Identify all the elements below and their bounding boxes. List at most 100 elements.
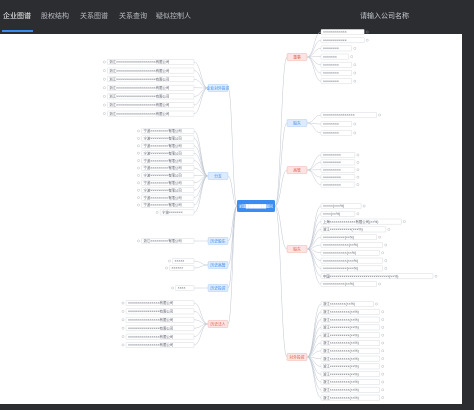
right-cat-1-item-2[interactable]: ×××××××× [320,130,357,136]
right-cat-1-item-2-expand-icon[interactable] [353,131,357,135]
right-cat-3-item-2[interactable]: 上海×××××××××××××有限公司(××%) [320,219,406,225]
right-cat-0-item-1[interactable]: ×××××××××××× [320,37,369,43]
left-cat-1-item-5[interactable]: 宁波×××××××××有限公司 [137,165,195,171]
right-cat-0-item-6-expand-icon[interactable] [353,79,357,83]
right-cat-2-item-4-expand-icon[interactable] [356,183,360,186]
left-cat-1-item-8-expand-icon[interactable] [137,188,140,192]
right-cat-4-item-1-expand-icon[interactable] [381,310,384,314]
right-cat-1-item-1-expand-icon[interactable] [353,122,357,126]
right-cat-0[interactable]: 董事 [286,53,308,61]
left-cat-0-item-4-expand-icon[interactable] [103,95,106,98]
left-cat-1-item-2-expand-icon[interactable] [137,144,140,148]
right-cat-2[interactable]: 高管 [286,166,308,174]
left-cat-0-item-2[interactable]: 浙江××××××××××××××××××××有限公司 [103,76,195,82]
right-cat-0-item-2[interactable]: ×××××××× [320,45,357,52]
left-cat-5-item-4-expand-icon[interactable] [121,335,125,338]
right-cat-4-item-10[interactable]: 浙江××××××××××(××%) [320,379,384,385]
left-cat-0-item-3[interactable]: 浙江××××××××××××××××××××有限公司 [103,85,195,91]
right-cat-0-item-0-expand-icon[interactable] [365,30,369,34]
left-cat-1-item-9[interactable]: 宁波×××××××××有限公司 [137,195,195,201]
right-cat-2-item-2[interactable]: ××××××××× [320,167,360,173]
right-cat-3-item-0[interactable]: ×××××(×××%) [320,203,366,209]
left-cat-1-item-7[interactable]: 宁波×××××××××有限公司 [137,180,195,186]
right-cat-4-item-7-expand-icon[interactable] [381,357,384,360]
left-cat-1-item-7-expand-icon[interactable] [137,181,140,185]
right-cat-4-item-9[interactable]: 浙江××××××××××(××%) [320,371,384,377]
left-cat-1-item-0-expand-icon[interactable] [137,129,140,133]
left-cat-1-item-4-expand-icon[interactable] [137,159,140,162]
left-cat-5-item-5-expand-icon[interactable] [121,343,125,347]
right-cat-2-item-0-expand-icon[interactable] [356,153,360,157]
left-cat-5-item-5[interactable]: ××××××××××××××××有限公司 [121,342,195,348]
left-cat-0-item-5-expand-icon[interactable] [103,103,106,107]
right-cat-4-item-5-expand-icon[interactable] [381,341,384,345]
left-cat-5-item-3-expand-icon[interactable] [121,326,125,330]
left-cat-0-item-5[interactable]: 浙江××××××××××××××××××××有限公司 [103,102,195,108]
right-cat-4-item-5[interactable]: 浙江××××××××××(××%) [320,340,384,346]
right-cat-3-item-6-expand-icon[interactable] [381,251,384,255]
left-cat-1-item-3[interactable]: 宁波×××××××××有限公司 [137,150,195,156]
left-cat-3-item-0-expand-icon[interactable] [168,259,171,263]
right-cat-3-item-6[interactable]: ××××××××××××(××%) [320,250,384,256]
right-cat-0-item-2-expand-icon[interactable] [353,47,357,50]
left-cat-3-item-1-expand-icon[interactable] [165,266,168,270]
right-cat-3-item-1[interactable]: ××××(××%) [320,211,360,217]
right-cat-4-item-0-expand-icon[interactable] [375,302,378,306]
right-cat-3-item-9-expand-icon[interactable] [434,274,438,278]
right-cat-4-item-2[interactable]: 浙江××××××××××(××%) [320,317,384,323]
left-cat-1-item-6[interactable]: 宁波×××××××××有限公司 [137,173,195,179]
left-cat-1[interactable]: 分支 [207,172,229,180]
left-cat-1-item-1[interactable]: 宁波×××××××××有限公司 [137,136,195,142]
left-cat-1-item-10-expand-icon[interactable] [137,203,140,207]
center-company-node[interactable]: 浙江████████公司 [237,200,275,212]
left-cat-1-item-10[interactable]: 宁波×××××××××有限公司 [137,202,195,208]
left-cat-0-item-4[interactable]: 浙江××××××××××××××××××××有限公司 [103,94,195,100]
right-cat-3-item-0-expand-icon[interactable] [362,204,366,208]
left-cat-2-item-0[interactable]: 浙江×××××××××有限公司 [137,238,195,244]
right-cat-0-item-4[interactable]: ×××××××× [320,62,357,68]
right-cat-2-item-2-expand-icon[interactable] [356,168,360,172]
right-cat-1[interactable]: 股东 [286,119,308,127]
right-cat-4-item-0[interactable]: 浙江××××××××(××%) [320,301,378,307]
right-cat-3-item-4[interactable]: ×××××××××××(××%) [320,234,381,240]
left-cat-5-item-2-expand-icon[interactable] [121,318,125,322]
right-cat-4-item-7[interactable]: 浙江××××××××××(××%) [320,356,384,362]
right-cat-3-item-3[interactable]: 浙江×××××××××××(×××%) [320,227,391,233]
left-cat-1-item-2[interactable]: 宁波×××××××××有限公司 [137,143,195,149]
right-cat-3-item-5[interactable]: ×××××××××××××(××%) [320,242,388,248]
right-cat-3-item-3-expand-icon[interactable] [387,228,391,231]
right-cat-3-item-9[interactable]: 中国××××××××××××××××××××××××××××××(××%) [320,273,438,279]
left-cat-2-item-0-expand-icon[interactable] [137,239,140,243]
right-cat-4-item-4[interactable]: 浙江××××××××××(××%) [320,332,384,338]
left-cat-3[interactable]: 历史高管 [207,261,229,269]
left-cat-4-item-0-expand-icon[interactable] [171,286,174,290]
left-cat-1-item-8[interactable]: 宁波×××××××××有限公司 [137,187,195,193]
left-cat-0-item-3-expand-icon[interactable] [103,86,106,90]
left-cat-5[interactable]: 历史法人 [207,320,229,328]
right-cat-0-item-5[interactable]: ×××××××× [320,70,357,76]
right-cat-1-item-0-expand-icon[interactable] [378,113,381,117]
right-cat-2-item-0[interactable]: ××××××××× [320,152,360,158]
left-cat-1-item-11[interactable]: 宁波××××××× [155,210,195,216]
right-cat-3-item-10[interactable]: ×××××××××××(××%) [320,281,381,287]
right-cat-4-item-8-expand-icon[interactable] [381,365,384,368]
right-cat-2-item-1[interactable]: ××××××××× [320,159,360,166]
left-cat-3-item-0[interactable]: ××××× [168,258,195,264]
right-cat-3-item-7[interactable]: ××××××××××××(×××%) [320,257,388,264]
right-cat-4-item-6[interactable]: 浙江××××××××××(××%) [320,348,384,354]
right-cat-4-item-8[interactable]: 浙江××××××××××(××%) [320,364,384,370]
right-cat-4-item-11-expand-icon[interactable] [381,388,384,392]
right-cat-4-item-12-expand-icon[interactable] [381,396,384,399]
left-cat-0-item-6-expand-icon[interactable] [103,112,106,115]
left-cat-1-item-0[interactable]: 宁波×××××××××有限公司 [137,128,195,134]
right-cat-4-item-6-expand-icon[interactable] [381,349,384,353]
right-cat-3-item-5-expand-icon[interactable] [384,243,388,247]
right-cat-4[interactable]: 对外投资 [286,353,308,361]
right-cat-2-item-1-expand-icon[interactable] [356,161,360,164]
right-cat-2-item-3-expand-icon[interactable] [356,175,360,179]
left-cat-5-item-0[interactable]: ××××××××××××××××有限公司 [121,300,195,306]
right-cat-3[interactable]: 股东 [286,245,308,253]
left-cat-1-item-9-expand-icon[interactable] [137,196,140,199]
right-cat-3-item-7-expand-icon[interactable] [384,259,388,262]
right-cat-4-item-4-expand-icon[interactable] [381,333,384,337]
